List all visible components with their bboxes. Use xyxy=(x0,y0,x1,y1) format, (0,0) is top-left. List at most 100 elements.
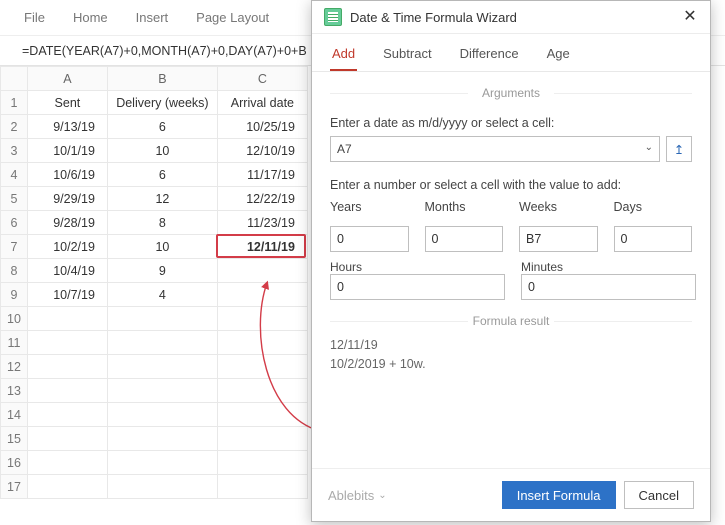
cell[interactable] xyxy=(27,355,107,379)
cell[interactable]: 10/2/19 xyxy=(27,235,107,259)
input-hours[interactable] xyxy=(330,274,505,300)
cell[interactable]: Sent xyxy=(27,91,107,115)
cell[interactable] xyxy=(217,379,307,403)
tab-difference[interactable]: Difference xyxy=(458,42,521,71)
ribbon-tab-layout[interactable]: Page Layout xyxy=(196,10,269,25)
close-icon[interactable]: ✕ xyxy=(680,7,700,27)
cell[interactable] xyxy=(107,475,217,499)
cell[interactable]: 10/25/19 xyxy=(217,115,307,139)
cell[interactable]: 4 xyxy=(107,283,217,307)
row-header[interactable]: 6 xyxy=(1,211,28,235)
cell[interactable]: 8 xyxy=(107,211,217,235)
ribbon-tab-home[interactable]: Home xyxy=(73,10,108,25)
cell[interactable] xyxy=(27,307,107,331)
cell[interactable] xyxy=(27,475,107,499)
ablebits-menu[interactable]: Ablebits ⌄ xyxy=(328,488,387,503)
cell[interactable] xyxy=(27,451,107,475)
cell[interactable] xyxy=(27,379,107,403)
cell[interactable] xyxy=(27,331,107,355)
col-header-c[interactable]: C xyxy=(217,67,307,91)
cell[interactable] xyxy=(217,355,307,379)
tab-add[interactable]: Add xyxy=(330,42,357,71)
row-header[interactable]: 4 xyxy=(1,163,28,187)
tab-age[interactable]: Age xyxy=(545,42,572,71)
cell[interactable] xyxy=(217,427,307,451)
cell[interactable] xyxy=(107,379,217,403)
cell[interactable] xyxy=(27,427,107,451)
row-header[interactable]: 15 xyxy=(1,427,28,451)
cell[interactable]: 11/17/19 xyxy=(217,163,307,187)
cell[interactable] xyxy=(217,475,307,499)
input-months[interactable] xyxy=(425,226,504,252)
cell[interactable] xyxy=(217,259,307,283)
formula-wizard-dialog: Date & Time Formula Wizard ✕ Add Subtrac… xyxy=(311,0,711,522)
cancel-button[interactable]: Cancel xyxy=(624,481,694,509)
label-days: Days xyxy=(614,200,693,214)
input-years[interactable] xyxy=(330,226,409,252)
cell[interactable]: 12/22/19 xyxy=(217,187,307,211)
input-minutes[interactable] xyxy=(521,274,696,300)
input-days[interactable] xyxy=(614,226,693,252)
cell[interactable] xyxy=(107,307,217,331)
cell[interactable]: 10 xyxy=(107,139,217,163)
cell[interactable] xyxy=(107,403,217,427)
row-header[interactable]: 1 xyxy=(1,91,28,115)
cell[interactable]: 12/10/19 xyxy=(217,139,307,163)
cell[interactable] xyxy=(107,427,217,451)
cell[interactable]: 9/28/19 xyxy=(27,211,107,235)
cell[interactable]: 6 xyxy=(107,115,217,139)
corner-cell[interactable] xyxy=(1,67,28,91)
cell[interactable]: 9/13/19 xyxy=(27,115,107,139)
input-weeks[interactable] xyxy=(519,226,598,252)
cell[interactable] xyxy=(217,307,307,331)
cell-ref-picker-button[interactable]: ↥ xyxy=(666,136,692,162)
row-header[interactable]: 10 xyxy=(1,307,28,331)
cell[interactable]: 11/23/19 xyxy=(217,211,307,235)
row-header[interactable]: 17 xyxy=(1,475,28,499)
label-hours: Hours xyxy=(330,260,505,274)
row-header[interactable]: 7 xyxy=(1,235,28,259)
cell[interactable] xyxy=(217,331,307,355)
cell[interactable] xyxy=(107,331,217,355)
cell[interactable]: 12 xyxy=(107,187,217,211)
cell[interactable]: 10/6/19 xyxy=(27,163,107,187)
row-header[interactable]: 12 xyxy=(1,355,28,379)
cell[interactable] xyxy=(217,403,307,427)
sheet-grid[interactable]: A B C 1SentDelivery (weeks)Arrival date 2… xyxy=(0,66,308,499)
table-row: 11 xyxy=(1,331,308,355)
col-header-a[interactable]: A xyxy=(27,67,107,91)
row-header[interactable]: 3 xyxy=(1,139,28,163)
row-header[interactable]: 14 xyxy=(1,403,28,427)
row-header[interactable]: 8 xyxy=(1,259,28,283)
row-header[interactable]: 16 xyxy=(1,451,28,475)
ribbon-tab-insert[interactable]: Insert xyxy=(136,10,169,25)
row-header[interactable]: 13 xyxy=(1,379,28,403)
cell[interactable]: 9 xyxy=(107,259,217,283)
cell[interactable]: 10 xyxy=(107,235,217,259)
cell[interactable] xyxy=(217,283,307,307)
cell[interactable] xyxy=(107,451,217,475)
row-header[interactable]: 11 xyxy=(1,331,28,355)
cell[interactable]: 10/7/19 xyxy=(27,283,107,307)
date-parts-grid: Years Months Weeks Days xyxy=(330,200,692,252)
date-input[interactable]: A7 ⌄ xyxy=(330,136,660,162)
row-header[interactable]: 2 xyxy=(1,115,28,139)
cell[interactable]: 6 xyxy=(107,163,217,187)
table-row: 16 xyxy=(1,451,308,475)
cell[interactable]: 9/29/19 xyxy=(27,187,107,211)
cell[interactable]: 10/4/19 xyxy=(27,259,107,283)
ribbon-tab-file[interactable]: File xyxy=(24,10,45,25)
cell[interactable] xyxy=(27,403,107,427)
cell[interactable]: 10/1/19 xyxy=(27,139,107,163)
cell[interactable] xyxy=(217,451,307,475)
row-header[interactable]: 9 xyxy=(1,283,28,307)
cell[interactable] xyxy=(107,355,217,379)
cell[interactable]: 12/11/19 xyxy=(217,235,307,259)
col-header-b[interactable]: B xyxy=(107,67,217,91)
row-header[interactable]: 5 xyxy=(1,187,28,211)
insert-formula-button[interactable]: Insert Formula xyxy=(502,481,616,509)
dialog-titlebar[interactable]: Date & Time Formula Wizard ✕ xyxy=(312,1,710,34)
cell[interactable]: Arrival date xyxy=(217,91,307,115)
tab-subtract[interactable]: Subtract xyxy=(381,42,433,71)
cell[interactable]: Delivery (weeks) xyxy=(107,91,217,115)
